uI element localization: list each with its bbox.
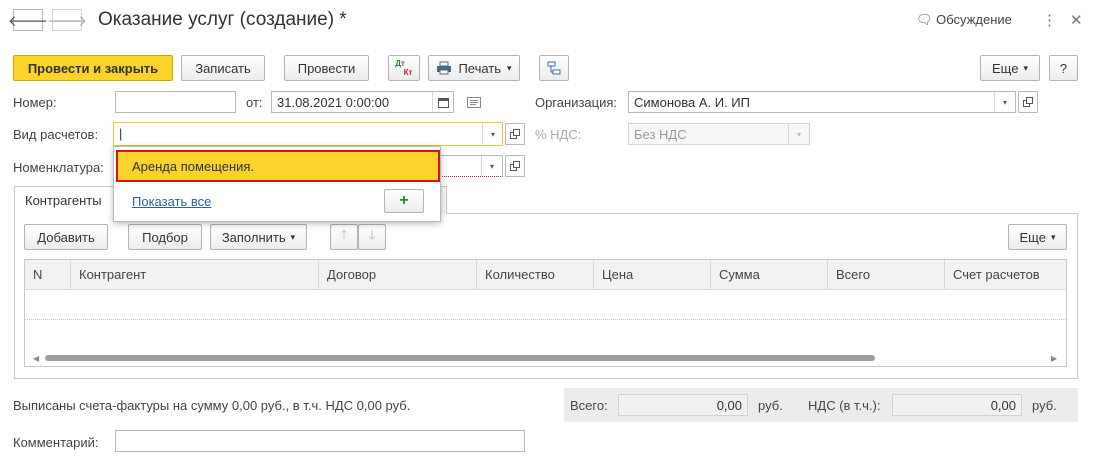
open-icon — [510, 161, 520, 171]
dt-kt-button[interactable]: Дт Кт — [388, 55, 420, 81]
close-icon[interactable]: ✕ — [1070, 11, 1083, 29]
history-icon[interactable] — [467, 96, 481, 111]
back-arrow-icon: 🡐 — [7, 12, 49, 30]
print-label: Печать — [458, 60, 502, 76]
organization-label: Организация: — [535, 95, 618, 110]
vat-select: Без НДС ▾ — [628, 123, 810, 145]
add-row-button[interactable]: Добавить — [24, 224, 108, 250]
printer-icon — [437, 61, 452, 75]
number-label: Номер: — [13, 95, 57, 110]
chevron-down-icon: ▾ — [290, 231, 296, 242]
organization-value: Симонова А. И. ИП — [634, 95, 750, 110]
nomenclature-label: Номенклатура: — [13, 160, 104, 175]
back-button[interactable]: 🡐 — [8, 9, 48, 31]
chevron-down-icon[interactable]: ▾ — [994, 92, 1015, 112]
date-label: от: — [246, 95, 263, 110]
open-calc-type-button[interactable] — [505, 123, 525, 145]
column-header[interactable]: N — [25, 260, 71, 290]
currency-label: руб. — [758, 398, 783, 413]
vat-label: % НДС: — [535, 127, 582, 142]
discussion-icon: 🗨 — [916, 12, 933, 27]
chevron-down-icon[interactable]: ▾ — [481, 156, 502, 176]
forward-button[interactable]: 🡒 — [47, 9, 87, 31]
column-header[interactable]: Сумма — [711, 260, 828, 290]
number-input[interactable] — [115, 91, 236, 113]
column-header[interactable]: Цена — [594, 260, 711, 290]
arrow-down-icon: 🡓 — [368, 227, 376, 242]
help-button[interactable]: ? — [1049, 55, 1078, 81]
discussion-label: Обсуждение — [936, 12, 1012, 27]
chevron-down-icon: ▾ — [788, 124, 809, 144]
table-more-label: Еще — [1019, 229, 1046, 245]
dt-kt-icon-bottom: Кт — [403, 68, 413, 77]
discussion-button[interactable]: 🗨 Обсуждение — [916, 12, 1012, 28]
more-icon[interactable]: ⋮ — [1042, 11, 1057, 29]
show-all-link[interactable]: Показать все — [132, 194, 211, 209]
vat-total-value: 0,00 — [892, 394, 1022, 416]
autocomplete-dropdown: Аренда помещения. Показать все + — [113, 146, 441, 222]
dt-kt-icon-top: Дт — [395, 59, 405, 68]
calc-type-value: | — [119, 126, 123, 141]
comment-label: Комментарий: — [13, 435, 99, 450]
column-header[interactable]: Счет расчетов — [945, 260, 1066, 290]
column-header[interactable]: Количество — [477, 260, 594, 290]
scroll-left-icon[interactable]: ◀ — [33, 354, 39, 363]
total-value: 0,00 — [618, 394, 748, 416]
calc-type-label: Вид расчетов: — [13, 127, 99, 142]
more-button[interactable]: Еще ▾ — [980, 55, 1040, 81]
column-header[interactable]: Контрагент — [71, 260, 319, 290]
date-input[interactable]: 31.08.2021 0:00:00 — [271, 91, 454, 113]
currency-label-2: руб. — [1032, 398, 1057, 413]
fill-button[interactable]: Заполнить ▾ — [210, 224, 307, 250]
move-down-button[interactable]: 🡓 — [358, 224, 386, 250]
post-button[interactable]: Провести — [284, 55, 369, 81]
chevron-down-icon: ▾ — [507, 62, 512, 73]
tab-counterparties[interactable]: Контрагенты — [14, 186, 114, 214]
more-label: Еще — [992, 60, 1019, 76]
structure-icon — [547, 61, 561, 75]
open-nomenclature-button[interactable] — [505, 155, 525, 177]
chevron-down-icon: ▾ — [1050, 231, 1056, 242]
save-button[interactable]: Записать — [181, 55, 265, 81]
plus-icon: + — [399, 192, 409, 209]
invoices-summary: Выписаны счета-фактуры на сумму 0,00 руб… — [13, 398, 411, 413]
counterparties-table[interactable]: N Контрагент Договор Количество Цена Сум… — [24, 259, 1067, 367]
chevron-down-icon: ▾ — [1023, 62, 1028, 73]
dropdown-item-rent[interactable]: Аренда помещения. — [116, 150, 440, 182]
move-up-button[interactable]: 🡑 — [330, 224, 358, 250]
fill-label: Заполнить — [221, 229, 286, 245]
chevron-down-icon[interactable]: ▾ — [482, 124, 502, 144]
comment-input[interactable] — [115, 430, 525, 452]
select-button[interactable]: Подбор — [128, 224, 202, 250]
open-organization-button[interactable] — [1018, 91, 1038, 113]
calc-type-input[interactable]: | ▾ — [113, 122, 503, 146]
vat-value: Без НДС — [634, 127, 687, 142]
post-and-close-button[interactable]: Провести и закрыть — [13, 55, 173, 81]
row-divider — [25, 319, 1066, 320]
open-icon — [1023, 97, 1033, 107]
open-icon — [510, 129, 520, 139]
create-new-button[interactable]: + — [384, 189, 424, 213]
vat-total-label: НДС (в т.ч.): — [808, 398, 881, 413]
scroll-right-icon[interactable]: ▶ — [1051, 354, 1057, 363]
nomenclature-input[interactable]: ▾ — [440, 155, 503, 177]
structure-button[interactable] — [539, 55, 569, 81]
column-header[interactable]: Договор — [319, 260, 477, 290]
page-title: Оказание услуг (создание) * — [98, 9, 347, 30]
column-header[interactable]: Всего — [828, 260, 945, 290]
table-more-button[interactable]: Еще ▾ — [1008, 224, 1067, 250]
organization-select[interactable]: Симонова А. И. ИП ▾ — [628, 91, 1016, 113]
arrow-up-icon: 🡑 — [340, 227, 348, 242]
total-label: Всего: — [570, 398, 608, 413]
forward-arrow-icon: 🡒 — [46, 12, 88, 30]
calendar-icon[interactable] — [432, 92, 453, 112]
totals-panel: Всего: 0,00 руб. НДС (в т.ч.): 0,00 руб. — [564, 388, 1078, 422]
date-value: 31.08.2021 0:00:00 — [277, 95, 390, 110]
print-button[interactable]: Печать ▾ — [428, 55, 520, 81]
horizontal-scrollbar[interactable] — [45, 355, 875, 361]
